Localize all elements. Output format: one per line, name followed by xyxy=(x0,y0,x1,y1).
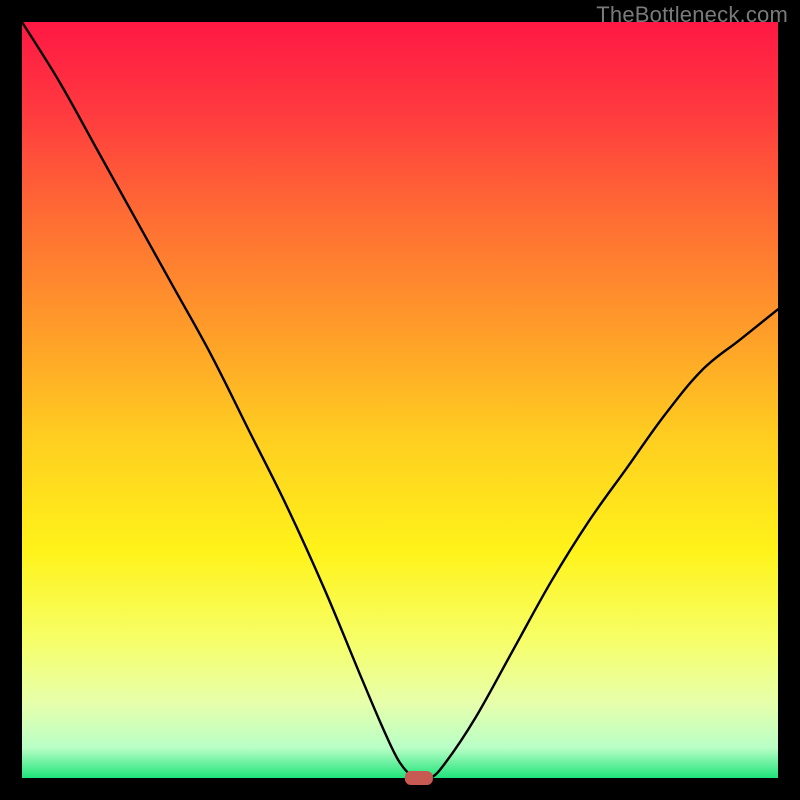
bottleneck-chart xyxy=(0,0,800,800)
watermark-text: TheBottleneck.com xyxy=(596,2,788,28)
chart-frame: { "watermark": "TheBottleneck.com", "col… xyxy=(0,0,800,800)
plot-area xyxy=(22,22,778,778)
optimal-marker xyxy=(405,771,433,785)
